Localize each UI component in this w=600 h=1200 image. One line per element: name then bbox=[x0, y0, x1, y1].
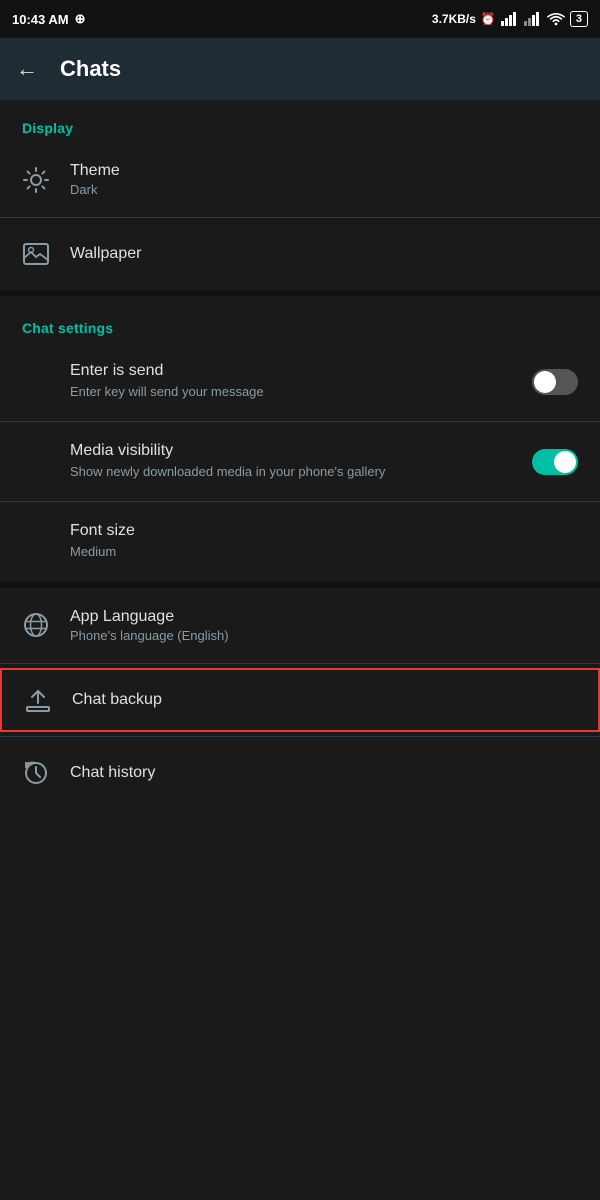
theme-title: Theme bbox=[70, 162, 578, 180]
status-time: 10:43 AM bbox=[12, 12, 69, 27]
enter-is-send-text: Enter is send Enter key will send your m… bbox=[70, 362, 520, 401]
divider-2 bbox=[0, 421, 600, 422]
chat-history-text: Chat history bbox=[70, 764, 578, 782]
status-icon: ⊕ bbox=[75, 11, 86, 27]
media-visibility-text: Media visibility Show newly downloaded m… bbox=[70, 442, 520, 481]
font-size-item[interactable]: Font size Medium bbox=[0, 506, 600, 577]
media-visibility-subtitle: Show newly downloaded media in your phon… bbox=[70, 463, 520, 481]
divider-1 bbox=[0, 217, 600, 218]
page-title: Chats bbox=[60, 56, 121, 82]
history-icon bbox=[22, 759, 50, 787]
app-language-item[interactable]: App Language Phone's language (English) bbox=[0, 592, 600, 659]
wallpaper-title: Wallpaper bbox=[70, 245, 578, 263]
wallpaper-text: Wallpaper bbox=[70, 245, 578, 263]
chat-history-item[interactable]: Chat history bbox=[0, 741, 600, 805]
theme-subtitle: Dark bbox=[70, 182, 578, 197]
globe-icon bbox=[22, 611, 50, 639]
divider-4 bbox=[0, 663, 600, 664]
theme-item[interactable]: Theme Dark bbox=[0, 146, 600, 213]
enter-is-send-subtitle: Enter key will send your message bbox=[70, 383, 520, 401]
upload-icon bbox=[24, 686, 52, 714]
app-language-subtitle: Phone's language (English) bbox=[70, 628, 578, 643]
media-visibility-title: Media visibility bbox=[70, 442, 520, 460]
network-speed: 3.7KB/s bbox=[432, 12, 476, 26]
status-bar: 10:43 AM ⊕ 3.7KB/s ⏰ bbox=[0, 0, 600, 38]
app-header: ← Chats bbox=[0, 38, 600, 100]
toggle-knob-enter bbox=[534, 371, 556, 393]
battery-icon: 3 bbox=[570, 11, 588, 27]
alarm-icon: ⏰ bbox=[481, 12, 496, 26]
signal-bars-2 bbox=[524, 12, 542, 26]
chat-backup-text: Chat backup bbox=[72, 691, 576, 709]
back-button[interactable]: ← bbox=[16, 56, 38, 82]
font-size-text: Font size Medium bbox=[70, 522, 578, 561]
chat-history-title: Chat history bbox=[70, 764, 578, 782]
chat-settings-section-label: Chat settings bbox=[0, 300, 600, 346]
theme-icon bbox=[22, 166, 50, 194]
enter-is-send-toggle[interactable] bbox=[532, 369, 578, 395]
chat-backup-title: Chat backup bbox=[72, 691, 576, 709]
media-visibility-toggle[interactable] bbox=[532, 449, 578, 475]
display-section-label: Display bbox=[0, 100, 600, 146]
theme-text: Theme Dark bbox=[70, 162, 578, 197]
divider-3 bbox=[0, 501, 600, 502]
media-visibility-item[interactable]: Media visibility Show newly downloaded m… bbox=[0, 426, 600, 497]
wallpaper-icon bbox=[22, 240, 50, 268]
font-size-title: Font size bbox=[70, 522, 578, 540]
battery-level: 3 bbox=[576, 13, 582, 25]
wallpaper-item[interactable]: Wallpaper bbox=[0, 222, 600, 286]
chat-backup-item[interactable]: Chat backup bbox=[0, 668, 600, 732]
divider-5 bbox=[0, 736, 600, 737]
app-language-title: App Language bbox=[70, 608, 578, 626]
status-left: 10:43 AM ⊕ bbox=[12, 11, 86, 27]
enter-is-send-title: Enter is send bbox=[70, 362, 520, 380]
app-language-text: App Language Phone's language (English) bbox=[70, 608, 578, 643]
toggle-knob-media bbox=[554, 451, 576, 473]
font-size-subtitle: Medium bbox=[70, 543, 578, 561]
status-right: 3.7KB/s ⏰ bbox=[432, 11, 588, 27]
section-divider-1 bbox=[0, 290, 600, 296]
enter-is-send-item[interactable]: Enter is send Enter key will send your m… bbox=[0, 346, 600, 417]
settings-content: Display Theme Dark bbox=[0, 100, 600, 805]
section-divider-2 bbox=[0, 582, 600, 588]
wifi-icon bbox=[547, 12, 565, 26]
signal-bars bbox=[501, 12, 519, 26]
